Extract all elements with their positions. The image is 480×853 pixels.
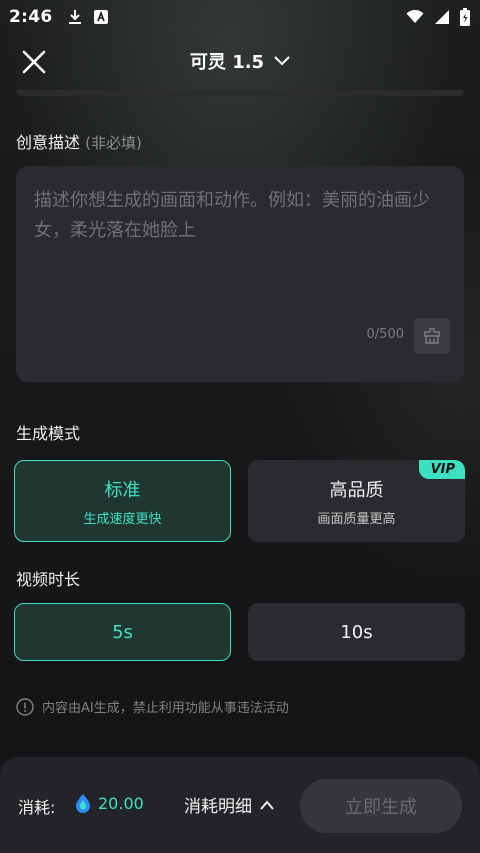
duration-10s-option[interactable]: 10s [248, 603, 465, 661]
duration-10s-label: 10s [340, 621, 373, 643]
mode-standard-subtitle: 生成速度更快 [83, 511, 162, 527]
wifi-icon [406, 10, 424, 23]
energy-icon [76, 794, 90, 813]
description-input[interactable]: 描述你想生成的画面和动作。例如：美丽的油画少女，柔光落在她脸上 0/500 [16, 166, 464, 382]
duration-label: 视频时长 [16, 570, 81, 589]
download-icon [69, 10, 82, 24]
a-badge-icon [94, 10, 109, 24]
cost-detail-label: 消耗明细 [184, 797, 252, 817]
vip-badge: VIP [418, 460, 465, 479]
chevron-down-icon [274, 56, 290, 66]
cost-value: 20.00 [98, 794, 144, 813]
ai-notice: 内容由AI生成，禁止利用功能从事违法活动 [16, 697, 289, 716]
generate-button[interactable]: 立即生成 [300, 779, 462, 833]
mode-standard-option[interactable]: 标准 生成速度更快 [14, 460, 231, 542]
status-system-icons [406, 8, 470, 26]
status-time: 2:46 [9, 7, 53, 27]
description-label: 创意描述 (非必填) [16, 129, 142, 153]
top-divider [16, 90, 464, 96]
mode-label: 生成模式 [16, 424, 81, 443]
ai-notice-text: 内容由AI生成，禁止利用功能从事违法活动 [42, 701, 289, 716]
chevron-up-icon [260, 799, 274, 810]
char-count: 0/500 [366, 327, 404, 342]
description-placeholder: 描述你想生成的画面和动作。例如：美丽的油画少女，柔光落在她脸上 [34, 190, 430, 241]
clear-button[interactable] [414, 318, 450, 354]
cost-detail-button[interactable]: 消耗明细 [184, 792, 274, 817]
mode-high-quality-option[interactable]: VIP 高品质 画面质量更高 [248, 460, 465, 542]
footer-bar: 消耗: 20.00 消耗明细 立即生成 [0, 757, 480, 853]
duration-5s-label: 5s [112, 621, 133, 643]
description-label-hint: (非必填) [85, 134, 142, 152]
description-label-text: 创意描述 [16, 133, 81, 152]
battery-icon [460, 8, 470, 26]
clear-icon [424, 328, 440, 344]
info-icon [16, 697, 34, 716]
header: 可灵 1.5 [0, 40, 480, 84]
status-bar: 2:46 [0, 0, 480, 34]
mode-high-quality-title: 高品质 [329, 479, 384, 501]
page-title: 可灵 1.5 [189, 52, 265, 73]
mode-standard-title: 标准 [104, 479, 141, 501]
cost-label: 消耗: [18, 798, 56, 817]
status-notification-icons [68, 9, 109, 25]
mode-high-quality-subtitle: 画面质量更高 [317, 511, 396, 527]
duration-5s-option[interactable]: 5s [14, 603, 231, 661]
signal-icon [435, 10, 449, 24]
model-selector[interactable]: 可灵 1.5 [0, 48, 480, 74]
